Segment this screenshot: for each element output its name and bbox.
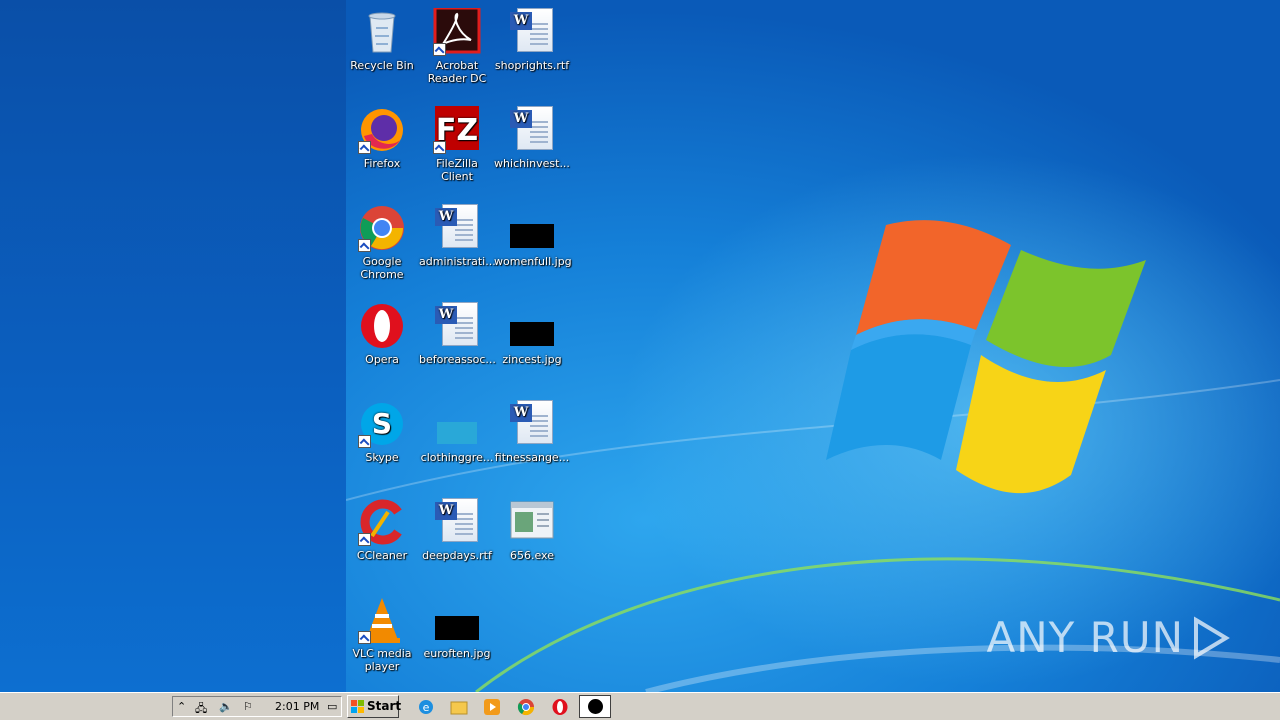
- internet-explorer-icon[interactable]: e: [417, 698, 435, 716]
- desktop-icon-recycle-bin[interactable]: Recycle Bin: [346, 8, 420, 72]
- play-logo-icon: [1194, 615, 1230, 660]
- windows-flag-icon: [351, 700, 364, 713]
- word-document-icon: W: [508, 8, 556, 56]
- filezilla-icon: FZ: [433, 106, 481, 154]
- icon-label: Google Chrome: [360, 255, 404, 281]
- icon-label: deepdays.rtf: [422, 549, 492, 562]
- shortcut-arrow-icon: [358, 141, 371, 154]
- watermark-text: ANY RUN: [986, 613, 1184, 662]
- ccleaner-icon: [358, 498, 406, 546]
- svg-text:e: e: [423, 701, 430, 714]
- icon-label: euroften.jpg: [423, 647, 491, 660]
- desktop-icon-ccleaner[interactable]: CCleaner: [346, 498, 420, 562]
- desktop-icon-filezilla[interactable]: FZ FileZilla Client: [419, 106, 495, 183]
- icon-label: Acrobat Reader DC: [427, 59, 487, 85]
- desktop-icon-acrobat[interactable]: Acrobat Reader DC: [419, 6, 495, 85]
- active-task-button[interactable]: [579, 695, 611, 718]
- word-document-icon: W: [508, 400, 556, 448]
- word-document-icon: W: [433, 204, 481, 252]
- icon-label: womenfull.jpg: [494, 255, 572, 268]
- opera-icon: [358, 302, 406, 350]
- show-desktop-icon[interactable]: ▭: [327, 700, 337, 713]
- desktop-icon-google-chrome[interactable]: Google Chrome: [346, 204, 420, 281]
- shortcut-arrow-icon: [358, 631, 371, 644]
- icon-label: Opera: [365, 353, 399, 366]
- opera-icon[interactable]: [551, 698, 569, 716]
- icon-label: administrati...: [419, 255, 496, 268]
- exe-icon: [508, 498, 556, 546]
- word-document-icon: W: [433, 302, 481, 350]
- folder-icon[interactable]: [450, 698, 468, 716]
- taskbar: ⌃ 🖧 🔈 ⚐ 2:01 PM ▭ Start e: [0, 692, 1280, 720]
- chrome-icon: [358, 204, 406, 252]
- svg-text:S: S: [372, 407, 392, 440]
- desktop-icon-fitnessange[interactable]: W fitnessange...: [494, 400, 570, 464]
- desktop-icon-firefox[interactable]: Firefox: [346, 106, 420, 170]
- desktop-icon-womenfull[interactable]: womenfull.jpg: [494, 204, 572, 268]
- action-center-flag-icon[interactable]: ⚐: [243, 700, 253, 713]
- file-icon: [433, 400, 481, 448]
- shortcut-arrow-icon: [358, 239, 371, 252]
- system-tray: ⌃ 🖧 🔈 ⚐ 2:01 PM ▭: [172, 696, 342, 717]
- desktop-icon-administrati[interactable]: W administrati...: [419, 204, 496, 268]
- desktop-icon-beforeassoc[interactable]: W beforeassoc...: [419, 302, 496, 366]
- shortcut-arrow-icon: [358, 435, 371, 448]
- icon-label: fitnessange...: [494, 451, 570, 464]
- image-file-icon: [433, 596, 481, 644]
- word-document-icon: W: [508, 106, 556, 154]
- icon-label: FileZilla Client: [436, 157, 478, 183]
- desktop[interactable]: Recycle Bin Firefox Google Chrome Opera …: [346, 0, 1280, 692]
- icon-label: beforeassoc...: [419, 353, 496, 366]
- image-file-icon: [508, 204, 556, 252]
- skype-icon: S: [358, 400, 406, 448]
- firefox-icon: [358, 106, 406, 154]
- left-panel: [0, 0, 346, 692]
- recycle-bin-icon: [358, 8, 406, 56]
- desktop-icon-opera[interactable]: Opera: [346, 302, 420, 366]
- shortcut-arrow-icon: [433, 43, 446, 56]
- volume-icon[interactable]: 🔈: [219, 700, 233, 713]
- shortcut-arrow-icon: [358, 533, 371, 546]
- icon-label: clothinggre...: [420, 451, 494, 464]
- desktop-icon-zincest[interactable]: zincest.jpg: [494, 302, 570, 366]
- acrobat-icon: [433, 6, 481, 56]
- icon-label: Recycle Bin: [350, 59, 414, 72]
- word-document-icon: W: [433, 498, 481, 546]
- desktop-icon-whichinvest[interactable]: W whichinvest...: [494, 106, 570, 170]
- icon-label: Firefox: [363, 157, 401, 170]
- desktop-icon-deepdays[interactable]: W deepdays.rtf: [419, 498, 495, 562]
- image-file-icon: [508, 302, 556, 350]
- vlc-icon: [358, 596, 406, 644]
- icon-label: CCleaner: [356, 549, 408, 562]
- anyrun-watermark: ANY RUN: [987, 613, 1231, 662]
- tray-expand-icon[interactable]: ⌃: [177, 700, 186, 713]
- desktop-icon-shoprights[interactable]: W shoprights.rtf: [494, 8, 570, 72]
- icon-label: 656.exe: [509, 549, 554, 562]
- network-icon[interactable]: 🖧: [195, 700, 207, 719]
- start-label: Start: [367, 699, 402, 713]
- clock[interactable]: 2:01 PM: [275, 700, 319, 713]
- shortcut-arrow-icon: [433, 141, 446, 154]
- desktop-icon-skype[interactable]: S Skype: [346, 400, 420, 464]
- desktop-icon-vlc[interactable]: VLC media player: [346, 596, 420, 673]
- desktop-icon-656-exe[interactable]: 656.exe: [494, 498, 570, 562]
- icon-label: zincest.jpg: [502, 353, 562, 366]
- icon-label: VLC media player: [352, 647, 412, 673]
- icon-label: shoprights.rtf: [494, 59, 570, 72]
- desktop-icon-clothinggre[interactable]: clothinggre...: [419, 400, 495, 464]
- record-icon: [588, 699, 603, 714]
- icon-label: Skype: [365, 451, 399, 464]
- media-player-icon[interactable]: [483, 698, 501, 716]
- chrome-icon[interactable]: [517, 698, 535, 716]
- icon-label: whichinvest...: [494, 157, 570, 170]
- desktop-icon-euroften[interactable]: euroften.jpg: [419, 596, 495, 660]
- start-button[interactable]: Start: [347, 695, 402, 718]
